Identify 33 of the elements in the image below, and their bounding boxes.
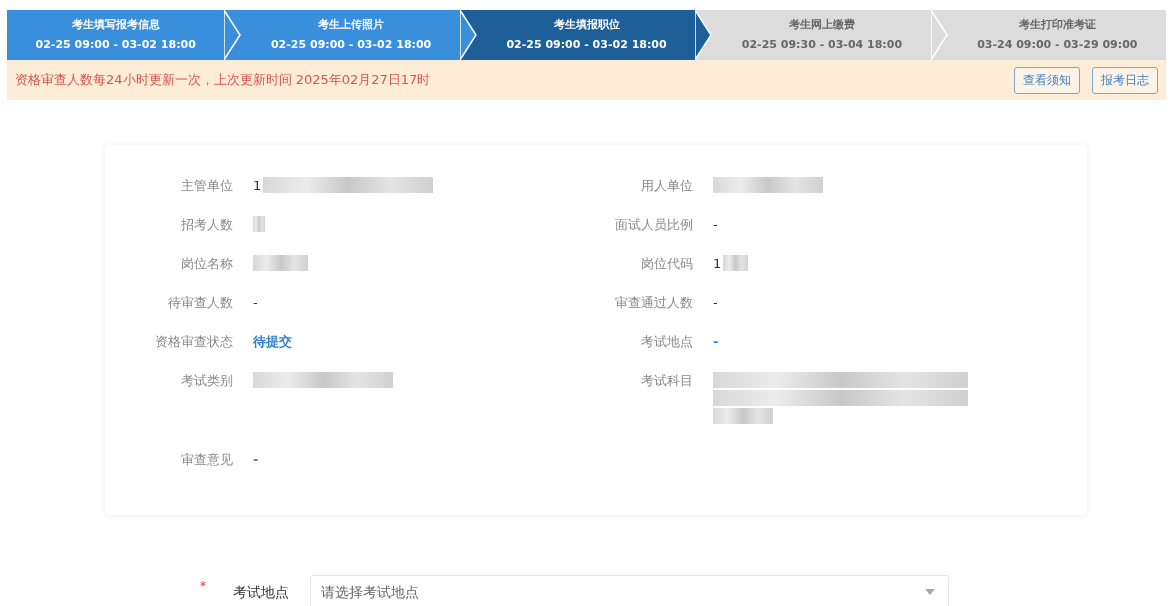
field-label: 岗位代码 bbox=[640, 255, 693, 273]
field-label: 考试类别 bbox=[180, 372, 233, 390]
field-label: 审查通过人数 bbox=[614, 294, 693, 312]
field-label: 待审查人数 bbox=[167, 294, 233, 312]
field-label: 主管单位 bbox=[180, 177, 233, 195]
field-value: - bbox=[713, 294, 718, 312]
chevron-icon bbox=[224, 10, 243, 60]
field-value: 1 bbox=[713, 255, 722, 273]
redacted-value bbox=[253, 255, 308, 271]
notice-button[interactable]: 查看须知 bbox=[1014, 66, 1080, 94]
status-value: 待提交 bbox=[253, 333, 292, 351]
field-label: 审查意见 bbox=[180, 451, 233, 469]
notice-button[interactable]: 报考日志 bbox=[1092, 66, 1158, 94]
field-label: 考试科目 bbox=[640, 372, 693, 390]
redacted-value bbox=[253, 216, 265, 232]
location-select[interactable]: 请选择考试地点 bbox=[310, 575, 949, 606]
status-value: - bbox=[713, 333, 719, 351]
field-label: 考试地点 bbox=[640, 333, 693, 351]
field-label: 考试地点 bbox=[233, 582, 290, 602]
field-value: 1 bbox=[253, 177, 262, 195]
dropdown-caret-icon bbox=[925, 589, 935, 595]
step-arrow-icon bbox=[695, 10, 714, 60]
status-value: - bbox=[253, 451, 259, 469]
required-mark: * bbox=[200, 578, 207, 595]
field-value: - bbox=[253, 294, 258, 312]
notice-message: 资格审查人数每24小时更新一次，上次更新时间 2025年02月27日17时 bbox=[15, 71, 431, 90]
redacted-value bbox=[723, 255, 749, 271]
field-label: 资格审查状态 bbox=[154, 333, 233, 351]
field-label: 招考人数 bbox=[180, 216, 233, 234]
field-label: 面试人员比例 bbox=[614, 216, 693, 234]
field-value: - bbox=[713, 216, 718, 234]
field-label: 用人单位 bbox=[640, 177, 693, 195]
field-label: 岗位名称 bbox=[180, 255, 233, 273]
